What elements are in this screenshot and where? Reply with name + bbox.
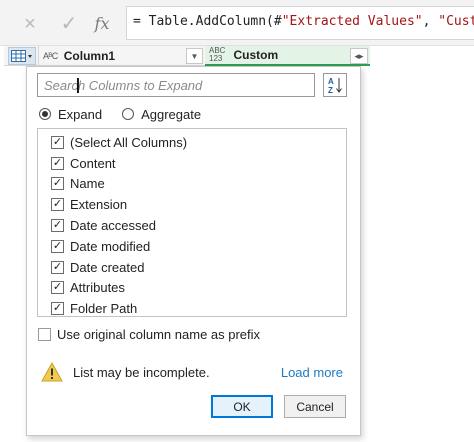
list-item-label: Extension	[70, 197, 128, 213]
cancel-button[interactable]: Cancel	[284, 395, 346, 418]
radio-selected-dot	[42, 111, 48, 117]
formula-bar: × ✓ fx = Table.AddColumn(#"Extracted Val…	[0, 0, 474, 46]
formula-input[interactable]: = Table.AddColumn(#"Extracted Values", "…	[126, 6, 474, 40]
sort-az-button[interactable]: A Z	[323, 73, 347, 97]
column1-name: Column1	[63, 49, 116, 63]
expand-radio[interactable]: Expand	[39, 107, 102, 122]
column1-filter-button[interactable]: ▼	[186, 48, 203, 64]
formula-string-2: "Custom"	[438, 14, 474, 29]
checkbox[interactable]: ✓	[51, 156, 64, 170]
checkbox[interactable]: ✓	[51, 302, 64, 316]
expand-radio-button[interactable]	[39, 108, 51, 120]
list-item-date-created[interactable]: ✓ Date created	[38, 257, 346, 278]
list-item-label: Date modified	[70, 238, 151, 254]
prefix-label: Use original column name as prefix	[57, 327, 261, 342]
formula-prefix: = Table.AddColumn(#	[133, 14, 282, 29]
column-header-row: AᴮC Column1 ▼ ABC 123 Custom ◂▸	[4, 46, 370, 66]
formula-separator: ,	[422, 14, 439, 29]
prefix-checkbox[interactable]	[38, 328, 51, 341]
list-item-folder-path[interactable]: ✓ Folder Path	[38, 298, 346, 317]
chevron-down-icon: ▼	[190, 51, 199, 61]
list-item-label: Folder Path	[70, 301, 138, 317]
column1-header[interactable]: AᴮC Column1	[38, 46, 208, 66]
text-cursor-icon: I	[75, 74, 81, 98]
list-item-attributes[interactable]: ✓ Attributes	[38, 278, 346, 299]
expand-label: Expand	[58, 106, 103, 122]
aggregate-label: Aggregate	[141, 106, 202, 122]
list-item-label: Attributes	[70, 280, 125, 296]
use-prefix-option[interactable]: Use original column name as prefix	[38, 327, 260, 342]
aggregate-radio[interactable]: Aggregate	[122, 107, 201, 122]
svg-text:A: A	[328, 77, 334, 86]
warning-row: List may be incomplete. Load more	[41, 361, 347, 383]
any-type-icon[interactable]: ABC 123	[209, 47, 225, 63]
table-menu-button[interactable]	[8, 47, 36, 65]
expand-column-button[interactable]: ◂▸	[350, 48, 368, 64]
list-item-date-modified[interactable]: ✓ Date modified	[38, 236, 346, 257]
list-item-label: Name	[70, 176, 105, 192]
text-type-icon[interactable]: AᴮC	[43, 51, 58, 61]
warning-text: List may be incomplete.	[73, 364, 210, 380]
any-type-bottom: 123	[209, 54, 223, 63]
list-item-extension[interactable]: ✓ Extension	[38, 194, 346, 215]
list-item-label: (Select All Columns)	[70, 134, 188, 150]
expand-mode-options: Expand Aggregate	[39, 104, 221, 124]
load-more-link[interactable]: Load more	[281, 365, 343, 380]
table-icon	[11, 50, 32, 62]
list-item-select-all[interactable]: ✓ (Select All Columns)	[38, 132, 346, 153]
list-item-label: Content	[70, 155, 116, 171]
fx-icon[interactable]: fx	[90, 12, 114, 36]
checkbox[interactable]: ✓	[51, 219, 64, 233]
sort-az-icon: A Z	[328, 77, 342, 94]
list-item-name[interactable]: ✓ Name	[38, 174, 346, 195]
cancel-formula-icon[interactable]: ×	[18, 12, 42, 36]
expand-columns-popup: Search Columns to Expand I A Z Expand Ag…	[26, 66, 361, 436]
list-item-date-accessed[interactable]: ✓ Date accessed	[38, 215, 346, 236]
checkbox[interactable]: ✓	[51, 281, 64, 295]
checkbox[interactable]: ✓	[51, 135, 64, 149]
svg-text:Z: Z	[328, 86, 333, 94]
custom-column-header[interactable]: ABC 123 Custom ◂▸	[205, 46, 370, 66]
custom-column-name: Custom	[233, 48, 279, 62]
checkbox[interactable]: ✓	[51, 239, 64, 253]
ok-button[interactable]: OK	[211, 395, 273, 418]
expand-icon: ◂▸	[354, 50, 364, 61]
columns-checklist: ✓ (Select All Columns) ✓ Content ✓ Name ✓ Ex…	[37, 128, 347, 317]
checkbox[interactable]: ✓	[51, 198, 64, 212]
warning-icon	[41, 362, 63, 382]
checkbox[interactable]: ✓	[51, 260, 64, 274]
formula-string-1: "Extracted Values"	[281, 14, 423, 29]
checkbox[interactable]: ✓	[51, 177, 64, 191]
list-item-content[interactable]: ✓ Content	[38, 153, 346, 174]
confirm-formula-icon[interactable]: ✓	[57, 12, 81, 36]
aggregate-radio-button[interactable]	[122, 108, 135, 120]
list-item-label: Date created	[70, 259, 145, 275]
list-item-label: Date accessed	[70, 218, 156, 234]
